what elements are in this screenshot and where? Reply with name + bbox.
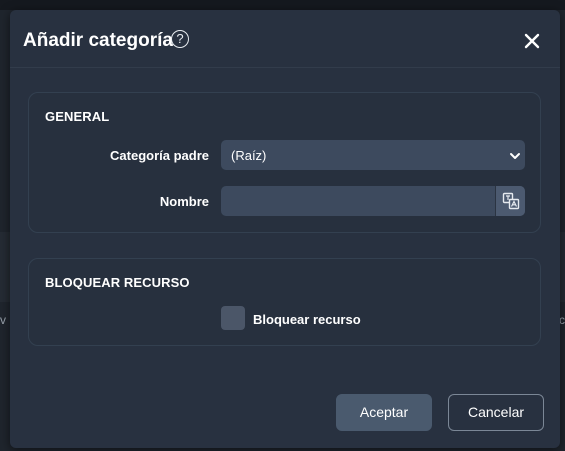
backdrop-text-left: v xyxy=(0,313,6,327)
question-circle-icon[interactable]: ? xyxy=(171,30,189,48)
translate-icon xyxy=(502,192,520,210)
close-icon[interactable] xyxy=(523,32,541,50)
dialog-title: Añadir categoría xyxy=(23,30,173,51)
backdrop-top-bar xyxy=(0,0,565,10)
cancel-button[interactable]: Cancelar xyxy=(448,394,544,431)
parent-category-label: Categoría padre xyxy=(110,148,209,163)
add-category-dialog: Añadir categoría ? GENERAL Categoría pad… xyxy=(10,10,560,448)
name-label: Nombre xyxy=(159,194,209,209)
lock-resource-label[interactable]: Bloquear recurso xyxy=(253,312,361,327)
accept-button[interactable]: Aceptar xyxy=(336,394,432,431)
translate-button[interactable] xyxy=(495,186,525,216)
general-section: GENERAL Categoría padre (Raíz) Nombre xyxy=(28,92,541,233)
name-field-group xyxy=(221,186,525,216)
dialog-header: Añadir categoría ? xyxy=(10,10,560,68)
general-heading: GENERAL xyxy=(45,109,110,124)
lock-resource-checkbox[interactable] xyxy=(221,306,245,330)
parent-category-value: (Raíz) xyxy=(231,148,267,163)
name-input[interactable] xyxy=(221,186,495,216)
parent-category-select[interactable]: (Raíz) xyxy=(221,140,525,170)
lock-resource-section: BLOQUEAR RECURSO Bloquear recurso xyxy=(28,258,541,346)
lock-heading: BLOQUEAR RECURSO xyxy=(45,275,190,290)
chevron-down-icon xyxy=(509,149,521,161)
